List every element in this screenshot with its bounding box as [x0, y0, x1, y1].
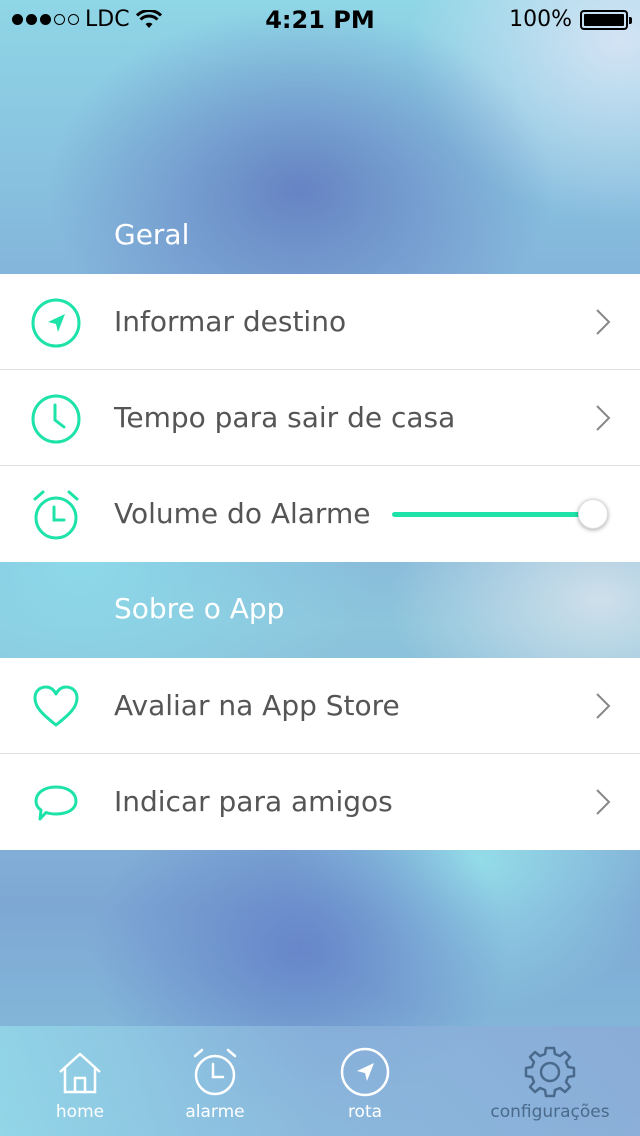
row-label: Tempo para sair de casa — [114, 401, 456, 434]
alarm-clock-icon — [193, 1048, 237, 1096]
row-label: Avaliar na App Store — [114, 689, 400, 722]
alarm-volume-slider[interactable] — [392, 496, 610, 532]
row-avaliar-app-store[interactable]: Avaliar na App Store — [0, 658, 640, 754]
tab-alarme[interactable]: alarme — [135, 1026, 295, 1136]
row-informar-destino[interactable]: Informar destino — [0, 274, 640, 370]
heart-icon — [33, 685, 79, 727]
row-label: Indicar para amigos — [114, 785, 393, 818]
status-right: 100% — [509, 7, 632, 32]
tab-configuracoes[interactable]: configurações — [470, 1026, 630, 1136]
tab-label: rota — [347, 1102, 383, 1122]
row-tempo-para-sair[interactable]: Tempo para sair de casa — [0, 370, 640, 466]
chevron-right-icon — [596, 405, 611, 431]
row-label: Volume do Alarme — [114, 497, 371, 530]
navigation-arrow-icon — [31, 298, 81, 348]
tab-label: configurações — [490, 1102, 610, 1122]
slider-thumb[interactable] — [578, 499, 608, 529]
tab-label: alarme — [185, 1102, 245, 1122]
house-icon — [59, 1052, 101, 1094]
gear-icon — [524, 1046, 576, 1098]
section-title-general: Geral — [114, 218, 190, 251]
section-title-about: Sobre o App — [114, 592, 285, 625]
clock-icon — [31, 394, 81, 444]
row-indicar-amigos[interactable]: Indicar para amigos — [0, 754, 640, 850]
row-volume-do-alarme: Volume do Alarme — [0, 466, 640, 562]
chevron-right-icon — [596, 309, 611, 335]
chevron-right-icon — [596, 693, 611, 719]
tab-bar: home alarme rota configurações — [0, 1026, 640, 1136]
battery-percent: 100% — [509, 7, 572, 32]
alarm-clock-icon — [33, 490, 79, 540]
general-settings-list: Informar destino Tempo para sair de casa… — [0, 274, 640, 562]
chevron-right-icon — [596, 789, 611, 815]
row-label: Informar destino — [114, 305, 347, 338]
slider-track — [392, 512, 596, 517]
tab-rota[interactable]: rota — [285, 1026, 445, 1136]
status-bar: LDC 4:21 PM 100% — [0, 0, 640, 40]
battery-icon — [580, 9, 632, 30]
navigation-arrow-icon — [340, 1047, 390, 1097]
speech-bubble-icon — [34, 785, 78, 821]
about-list: Avaliar na App Store Indicar para amigos — [0, 658, 640, 850]
